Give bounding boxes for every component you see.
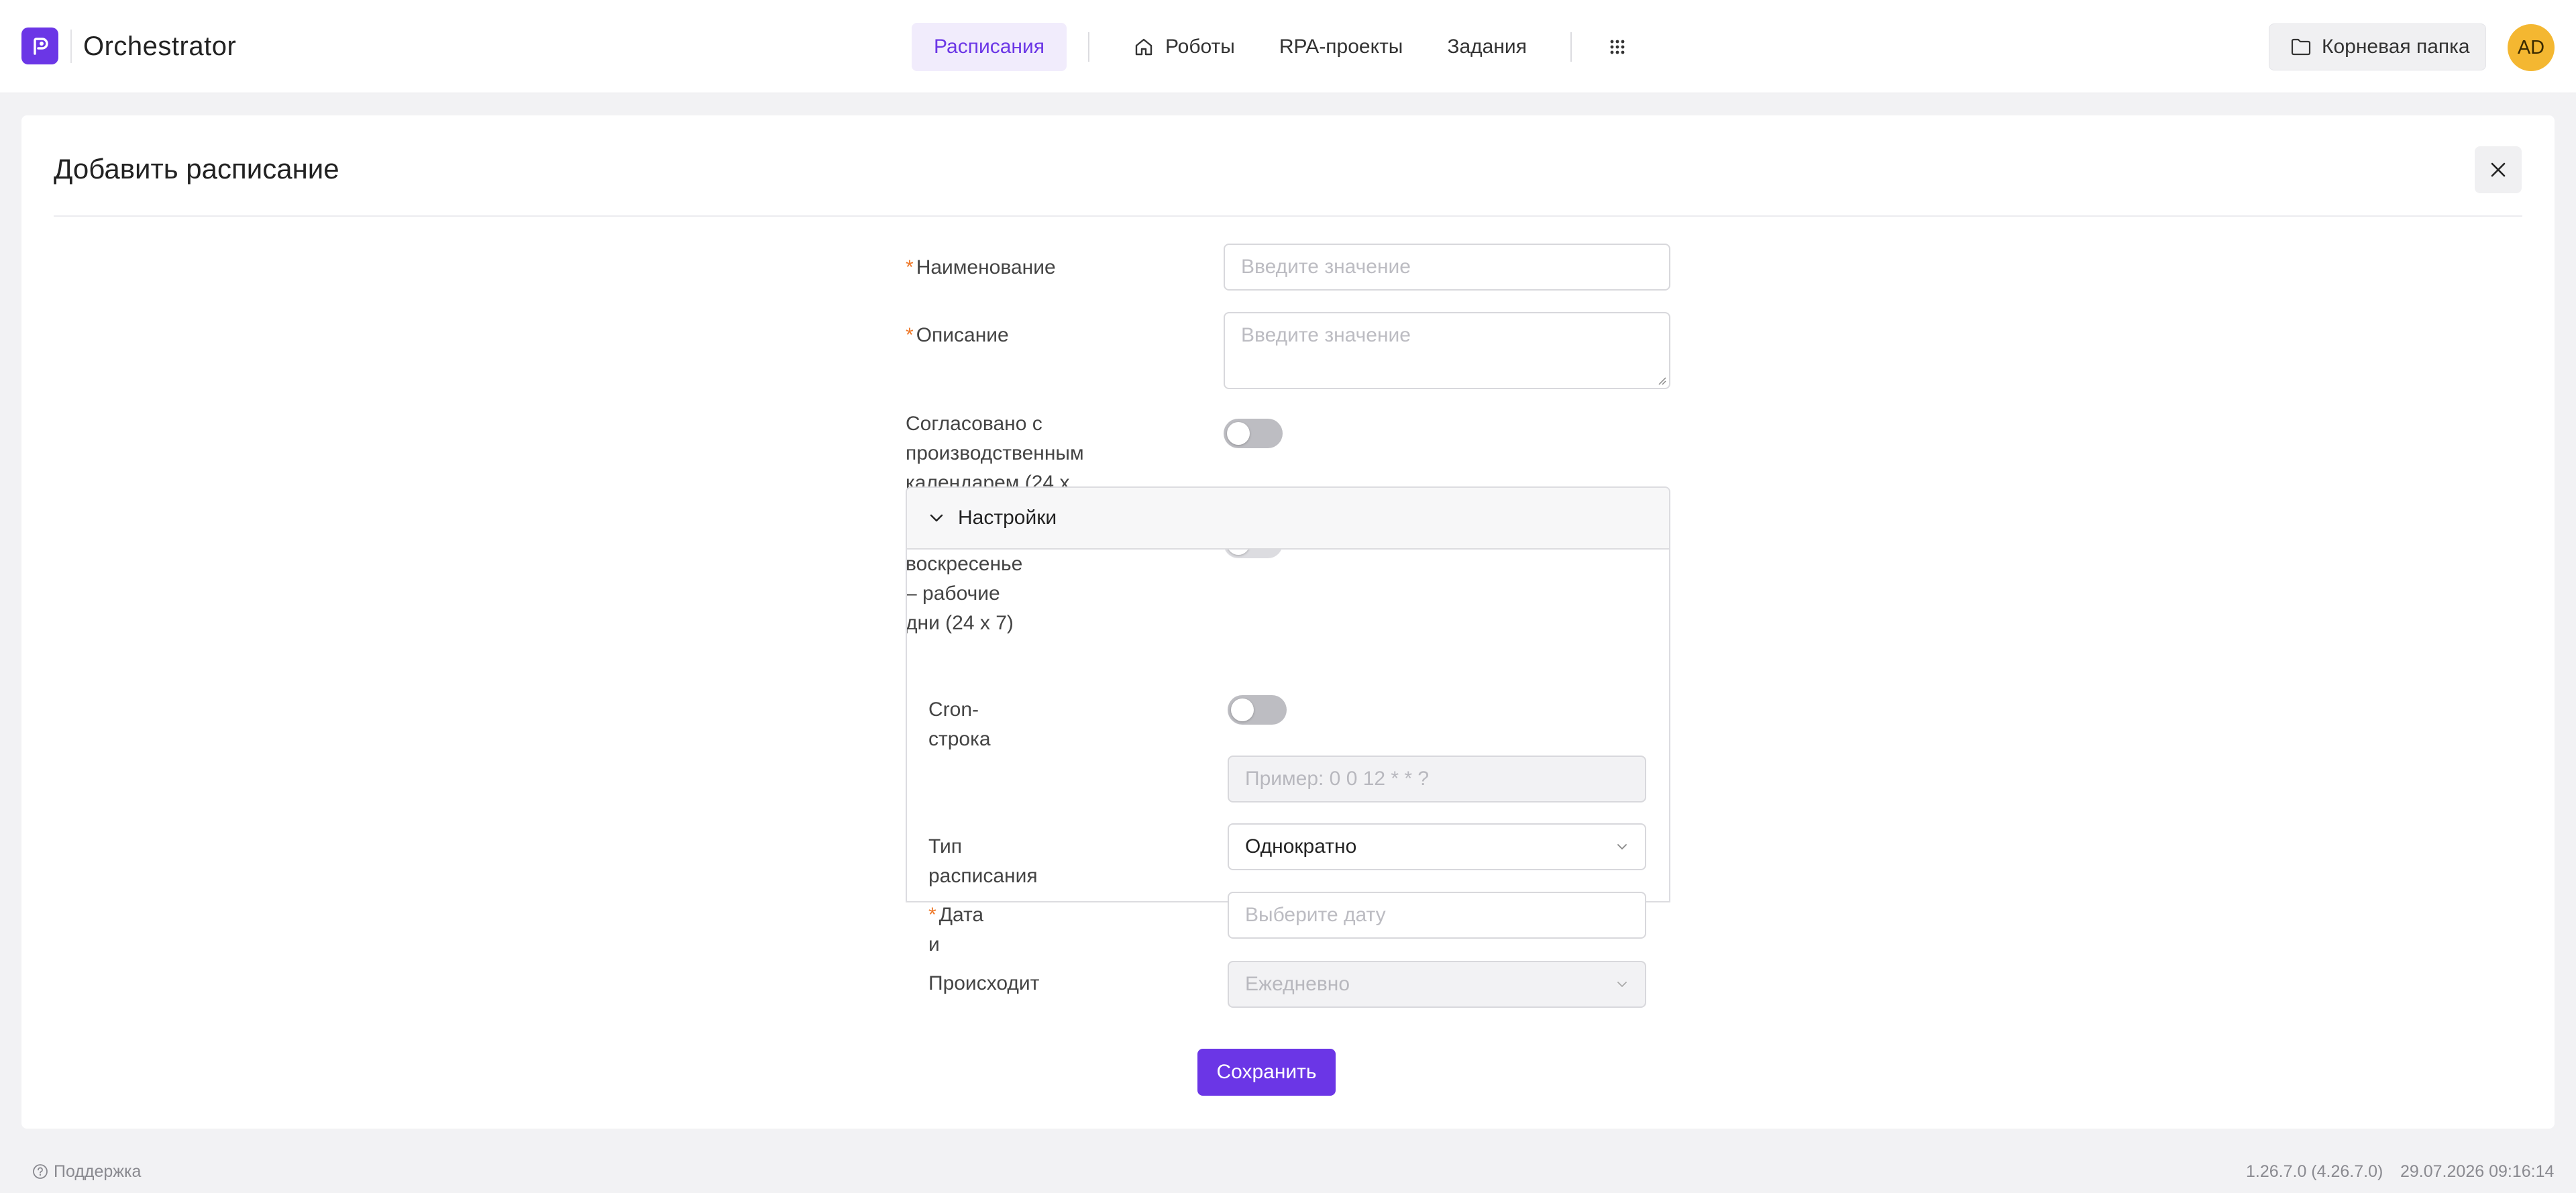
help-circle-icon — [32, 1163, 48, 1180]
home-icon — [1133, 36, 1155, 58]
required-marker: * — [906, 256, 914, 278]
dialog-divider — [54, 215, 2522, 217]
datetime-placeholder: Выберите дату — [1245, 904, 1386, 926]
apps-menu-button[interactable] — [1593, 23, 1642, 71]
app-title: Orchestrator — [83, 32, 237, 61]
nav-rpa-projects-label: RPA-проекты — [1279, 36, 1403, 58]
save-button[interactable]: Сохранить — [1197, 1049, 1336, 1096]
top-bar: Orchestrator Расписания Роботы RPA-проек… — [0, 0, 2576, 93]
occurs-select[interactable]: Ежедневно — [1228, 961, 1646, 1008]
folder-label: Корневая папка — [2322, 36, 2470, 58]
nav-robots-label: Роботы — [1165, 36, 1235, 58]
nav-tasks[interactable]: Задания — [1425, 23, 1549, 71]
server-datetime: 29.07.2026 09:16:14 — [2400, 1162, 2555, 1181]
datetime-picker[interactable]: Выберите дату — [1228, 892, 1646, 939]
nav-divider — [1087, 32, 1089, 62]
dialog-title: Добавить расписание — [54, 153, 339, 185]
cron-placeholder: Пример: 0 0 12 * * ? — [1245, 768, 1430, 790]
calendar-label-line: Согласовано с — [906, 413, 1042, 435]
settings-header[interactable]: Настройки — [907, 488, 1669, 550]
required-marker: * — [906, 324, 914, 346]
grid-icon — [1609, 39, 1625, 55]
close-icon — [2489, 160, 2508, 179]
name-input[interactable]: Введите значение — [1224, 244, 1670, 291]
settings-title: Настройки — [958, 507, 1057, 529]
avatar[interactable]: AD — [2508, 24, 2555, 71]
nav-tasks-label: Задания — [1447, 36, 1527, 58]
app-version: 1.26.7.0 (4.26.7.0) — [2246, 1162, 2383, 1181]
calendar-toggle[interactable] — [1224, 419, 1283, 448]
occurs-value: Ежедневно — [1245, 973, 1350, 995]
folder-icon — [2291, 38, 2311, 56]
orchestrator-logo-icon[interactable] — [21, 28, 58, 64]
schedule-type-value: Однократно — [1245, 835, 1357, 858]
cron-input[interactable]: Пример: 0 0 12 * * ? — [1228, 756, 1646, 802]
nav-robots[interactable]: Роботы — [1111, 23, 1257, 71]
name-label-text: Наименование — [916, 256, 1056, 278]
name-label: * Наименование — [906, 253, 1056, 282]
nav-rpa-projects[interactable]: RPA-проекты — [1257, 23, 1426, 71]
chevron-down-icon — [928, 510, 945, 526]
cron-toggle[interactable] — [1228, 695, 1287, 725]
support-link[interactable]: Поддержка — [32, 1159, 141, 1184]
support-label: Поддержка — [54, 1161, 142, 1181]
logo-divider — [70, 30, 72, 63]
settings-scroll-clip: Происходит Ежедневно — [907, 953, 1669, 1017]
resize-handle-icon[interactable] — [1657, 376, 1666, 385]
schedule-type-select[interactable]: Однократно — [1228, 823, 1646, 870]
schedule-type-label: Тип расписания — [928, 835, 1038, 887]
description-placeholder: Введите значение — [1241, 324, 1411, 346]
cron-label: Cron-строка — [928, 698, 991, 750]
chevron-down-icon — [1615, 978, 1629, 991]
description-textarea[interactable]: Введите значение — [1224, 312, 1670, 389]
nav-divider — [1570, 32, 1572, 62]
description-label: * Описание — [906, 321, 1009, 350]
name-placeholder: Введите значение — [1241, 256, 1411, 278]
main-nav: Расписания Роботы RPA-проекты Задания — [912, 23, 1642, 71]
close-button[interactable] — [2475, 146, 2522, 193]
folder-selector-button[interactable]: Корневая папка — [2269, 23, 2486, 70]
chevron-down-icon — [1615, 840, 1629, 853]
calendar-label-line: производственным — [906, 442, 1084, 464]
occurs-label: Происходит — [928, 972, 1040, 994]
required-marker: * — [928, 904, 936, 926]
description-label-text: Описание — [916, 324, 1009, 346]
nav-schedules[interactable]: Расписания — [912, 23, 1067, 71]
nav-schedules-label: Расписания — [934, 36, 1044, 58]
